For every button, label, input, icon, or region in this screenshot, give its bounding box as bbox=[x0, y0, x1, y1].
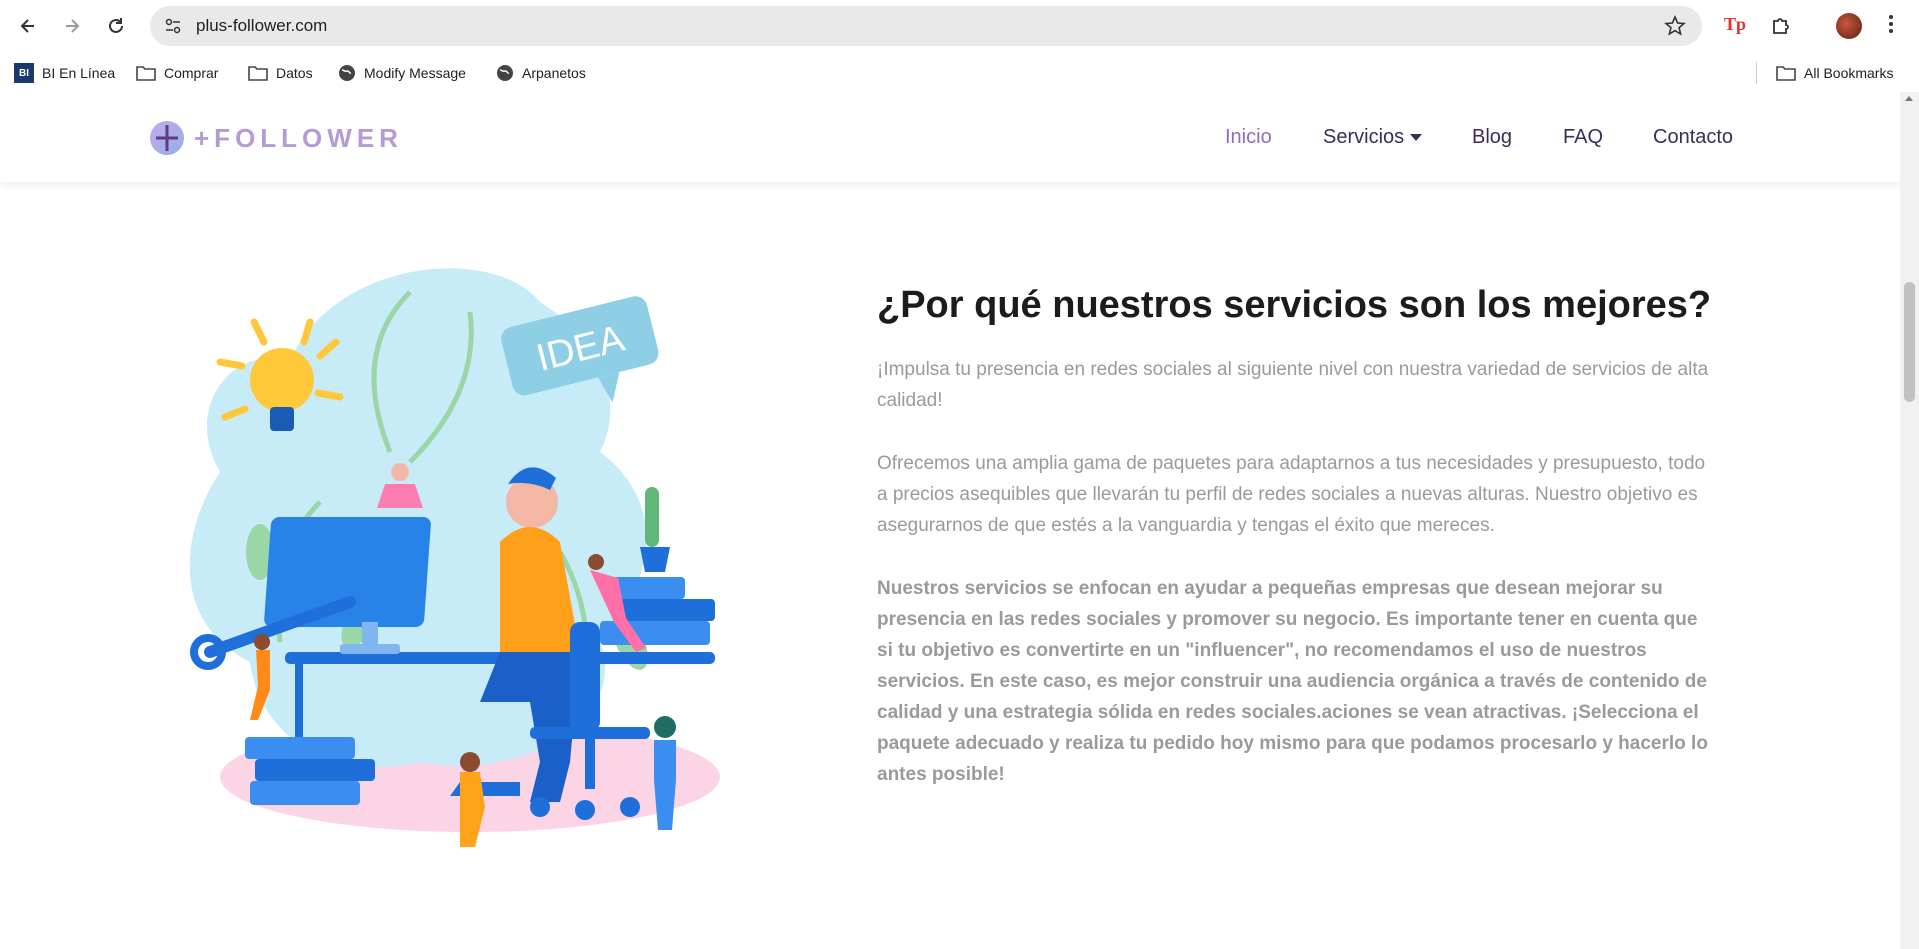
small-person-head bbox=[391, 463, 409, 481]
lightbulb-base bbox=[270, 407, 294, 431]
folder-icon bbox=[136, 65, 156, 81]
back-icon[interactable] bbox=[14, 12, 42, 40]
address-bar[interactable]: plus-follower.com bbox=[150, 6, 1702, 46]
small-person-head bbox=[654, 716, 676, 738]
menu-kebab-icon[interactable] bbox=[1888, 13, 1894, 40]
chair-post bbox=[585, 739, 595, 789]
nav-contacto[interactable]: Contacto bbox=[1653, 126, 1733, 149]
reload-icon[interactable] bbox=[102, 12, 130, 40]
book bbox=[615, 599, 715, 621]
monitor bbox=[264, 517, 431, 627]
all-bookmarks-label: All Bookmarks bbox=[1804, 65, 1894, 81]
bookmark-label: Datos bbox=[276, 65, 313, 81]
small-person-head bbox=[460, 752, 480, 772]
small-person-head bbox=[588, 554, 604, 570]
office-idea-illustration: IDEA bbox=[189, 268, 720, 847]
profile-avatar[interactable] bbox=[1836, 13, 1862, 39]
monitor-base bbox=[340, 644, 400, 654]
chair-wheel bbox=[620, 797, 640, 817]
chair-seat bbox=[530, 727, 650, 739]
bookmark-label: BI En Línea bbox=[42, 65, 116, 81]
site-navbar: +FOLLOWER Inicio Servicios Blog FAQ Cont… bbox=[0, 92, 1900, 182]
bookmark-star-icon[interactable] bbox=[1664, 14, 1686, 42]
intro-paragraph: ¡Impulsa tu presencia en redes sociales … bbox=[877, 359, 1709, 411]
offer-paragraph: Ofrecemos una amplia gama de paquetes pa… bbox=[877, 453, 1706, 536]
book bbox=[245, 737, 355, 759]
section-heading: ¿Por qué nuestros servicios son los mejo… bbox=[877, 284, 1712, 326]
page-scrollbar[interactable] bbox=[1900, 92, 1919, 949]
bookmarks-divider bbox=[1756, 62, 1757, 84]
bookmark-modify-message[interactable]: Modify Message bbox=[338, 63, 466, 83]
bookmark-label: Arpanetos bbox=[522, 65, 586, 81]
scroll-up-arrow-icon[interactable] bbox=[1905, 96, 1913, 101]
caret-down-icon bbox=[1410, 134, 1423, 142]
nav-faq[interactable]: FAQ bbox=[1563, 126, 1603, 149]
logo-globe-icon bbox=[150, 121, 184, 155]
cactus-pot bbox=[640, 547, 670, 572]
site-info-icon[interactable] bbox=[164, 17, 182, 40]
bookmark-label: Comprar bbox=[164, 65, 219, 81]
chair-back bbox=[570, 622, 600, 732]
extensions-puzzle-icon[interactable] bbox=[1770, 14, 1792, 41]
forward-icon[interactable] bbox=[58, 12, 86, 40]
all-bookmarks[interactable]: All Bookmarks bbox=[1776, 63, 1893, 83]
nav-servicios[interactable]: Servicios bbox=[1323, 126, 1423, 149]
globe-icon bbox=[496, 64, 514, 82]
browser-toolbar: plus-follower.com Tp bbox=[0, 0, 1919, 52]
lightbulb-icon bbox=[250, 348, 314, 412]
bookmark-arpanetos[interactable]: Arpanetos bbox=[496, 63, 586, 83]
url-text[interactable]: plus-follower.com bbox=[196, 16, 327, 36]
bookmark-bi-en-linea[interactable]: BI BI En Línea bbox=[14, 63, 115, 83]
small-person-body bbox=[377, 484, 423, 508]
book bbox=[255, 759, 375, 781]
site-logo[interactable]: +FOLLOWER bbox=[148, 120, 403, 156]
bookmark-comprar[interactable]: Comprar bbox=[136, 63, 218, 83]
small-person-body bbox=[460, 772, 485, 847]
small-person-head bbox=[254, 634, 270, 650]
chair-wheel bbox=[530, 797, 550, 817]
small-person-body bbox=[654, 740, 676, 830]
bookmark-datos[interactable]: Datos bbox=[248, 63, 313, 83]
bookmark-label: Modify Message bbox=[364, 65, 466, 81]
nav-servicios-label: Servicios bbox=[1323, 126, 1405, 148]
focus-paragraph: Nuestros servicios se enfocan en ayudar … bbox=[877, 578, 1708, 785]
folder-icon bbox=[1776, 65, 1796, 81]
bi-logo-icon: BI bbox=[14, 63, 34, 83]
folder-icon bbox=[248, 65, 268, 81]
extension-tp-icon[interactable]: Tp bbox=[1724, 14, 1746, 35]
web-page: +FOLLOWER Inicio Servicios Blog FAQ Cont… bbox=[0, 92, 1900, 949]
scrollbar-thumb[interactable] bbox=[1904, 282, 1915, 402]
globe-icon bbox=[338, 64, 356, 82]
cactus-icon bbox=[645, 487, 659, 547]
book bbox=[250, 781, 360, 805]
logo-text: +FOLLOWER bbox=[194, 122, 403, 153]
nav-blog[interactable]: Blog bbox=[1472, 126, 1512, 149]
nav-inicio[interactable]: Inicio bbox=[1225, 126, 1272, 149]
chair-wheel bbox=[575, 800, 595, 820]
bookmarks-bar: BI BI En Línea Comprar Datos Modify Mess… bbox=[0, 52, 1919, 92]
